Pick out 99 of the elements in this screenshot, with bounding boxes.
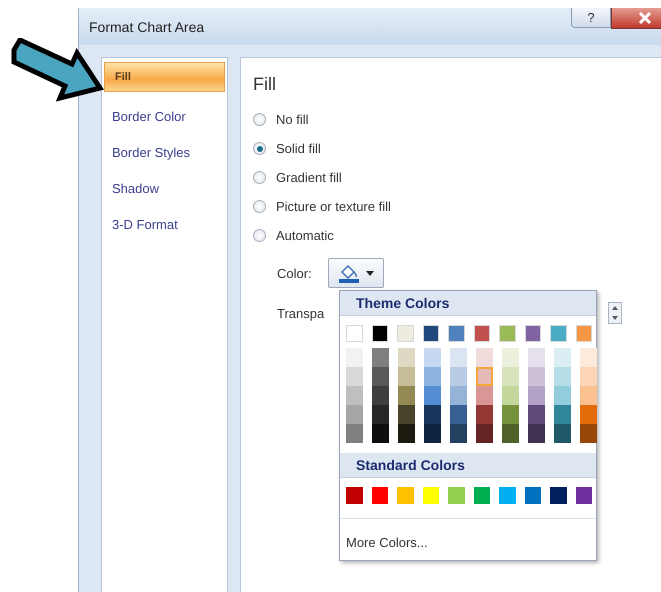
radio-button[interactable] (253, 113, 266, 126)
section-heading: Fill (253, 74, 277, 95)
radio-label: Picture or texture fill (276, 199, 391, 214)
radio-button[interactable] (253, 229, 266, 242)
color-button[interactable] (328, 258, 384, 288)
color-swatch[interactable] (502, 348, 519, 367)
color-swatch[interactable] (372, 367, 389, 386)
color-swatch[interactable] (528, 405, 545, 424)
help-button[interactable]: ? (571, 8, 611, 28)
color-swatch[interactable] (450, 405, 467, 424)
color-swatch[interactable] (424, 405, 441, 424)
color-swatch[interactable] (372, 386, 389, 405)
color-swatch[interactable] (398, 424, 415, 443)
close-icon (638, 12, 652, 24)
color-swatch[interactable] (528, 348, 545, 367)
radio-label: Automatic (276, 228, 334, 243)
color-swatch[interactable] (476, 348, 493, 367)
caret-icon (366, 270, 374, 276)
color-swatch[interactable] (372, 405, 389, 424)
color-swatch[interactable] (580, 424, 597, 443)
color-swatch[interactable] (346, 348, 363, 367)
color-swatch[interactable] (476, 367, 493, 386)
color-swatch[interactable] (346, 367, 363, 386)
color-swatch[interactable] (576, 487, 592, 504)
nav-item[interactable]: Border Styles (102, 134, 227, 170)
radio-label: Solid fill (276, 141, 321, 156)
color-swatch[interactable] (397, 325, 414, 342)
color-swatch[interactable] (448, 325, 464, 342)
color-swatch[interactable] (474, 325, 490, 342)
color-swatch[interactable] (372, 487, 388, 504)
color-swatch[interactable] (372, 325, 388, 342)
color-swatch[interactable] (424, 367, 441, 386)
color-swatch[interactable] (580, 367, 597, 386)
color-swatch[interactable] (550, 325, 566, 342)
color-swatch[interactable] (554, 386, 571, 405)
radio-button[interactable] (253, 142, 266, 155)
color-swatch[interactable] (346, 386, 363, 405)
color-swatch[interactable] (448, 487, 464, 504)
radio-button[interactable] (253, 200, 266, 213)
color-swatch[interactable] (424, 386, 441, 405)
color-swatch[interactable] (398, 367, 415, 386)
color-swatch[interactable] (550, 487, 566, 504)
color-swatch[interactable] (398, 386, 415, 405)
nav-item[interactable]: Border Color (102, 98, 227, 134)
color-swatch[interactable] (346, 424, 363, 443)
color-swatch[interactable] (372, 348, 389, 367)
color-swatch[interactable] (554, 367, 571, 386)
radio-button[interactable] (253, 171, 266, 184)
color-swatch[interactable] (502, 424, 519, 443)
color-swatch[interactable] (346, 325, 362, 342)
radio-label: Gradient fill (276, 170, 342, 185)
color-swatch[interactable] (524, 487, 541, 504)
color-swatch[interactable] (554, 424, 571, 443)
color-swatch[interactable] (576, 325, 592, 342)
color-swatch[interactable] (499, 487, 516, 504)
radio-label: No fill (276, 112, 309, 127)
color-swatch[interactable] (424, 424, 441, 443)
nav-item[interactable]: Fill (104, 62, 225, 92)
color-swatch[interactable] (450, 348, 467, 367)
color-swatch[interactable] (580, 348, 597, 367)
palette-heading: Standard Colors (340, 453, 596, 478)
color-swatch[interactable] (398, 348, 415, 367)
color-swatch[interactable] (554, 348, 571, 367)
color-swatch[interactable] (528, 367, 545, 386)
color-swatch[interactable] (424, 348, 441, 367)
paint-bucket-icon (338, 263, 360, 283)
color-swatch[interactable] (422, 325, 439, 342)
color-swatch[interactable] (398, 405, 415, 424)
color-swatch[interactable] (476, 424, 493, 443)
transparency-label: Transpa (277, 306, 324, 320)
color-swatch[interactable] (554, 405, 571, 424)
color-swatch[interactable] (397, 487, 414, 504)
color-swatch[interactable] (528, 386, 545, 405)
palette-heading: Theme Colors (340, 291, 596, 316)
nav-item[interactable]: 3-D Format (102, 206, 227, 242)
color-label: Color: (277, 266, 312, 280)
color-swatch[interactable] (528, 424, 545, 443)
color-swatch[interactable] (580, 405, 597, 424)
color-swatch[interactable] (372, 424, 389, 443)
color-swatch[interactable] (450, 386, 467, 405)
close-button[interactable] (611, 8, 661, 29)
color-swatch[interactable] (580, 386, 597, 405)
color-swatch[interactable] (524, 325, 541, 342)
color-swatch[interactable] (474, 487, 490, 504)
color-swatch[interactable] (346, 487, 362, 504)
color-swatch[interactable] (502, 386, 519, 405)
color-swatch[interactable] (476, 405, 493, 424)
color-swatch[interactable] (502, 367, 519, 386)
color-swatch[interactable] (499, 325, 516, 342)
color-swatch[interactable] (502, 405, 519, 424)
color-swatch[interactable] (346, 405, 363, 424)
color-swatch[interactable] (450, 424, 467, 443)
color-swatch[interactable] (422, 487, 439, 504)
nav-item[interactable]: Shadow (102, 170, 227, 206)
spinner-control[interactable] (608, 302, 622, 324)
more-colors-link[interactable]: More Colors... (340, 518, 596, 560)
color-swatch[interactable] (450, 367, 467, 386)
window-title: Format Chart Area (89, 18, 206, 34)
color-swatch[interactable] (476, 386, 493, 405)
